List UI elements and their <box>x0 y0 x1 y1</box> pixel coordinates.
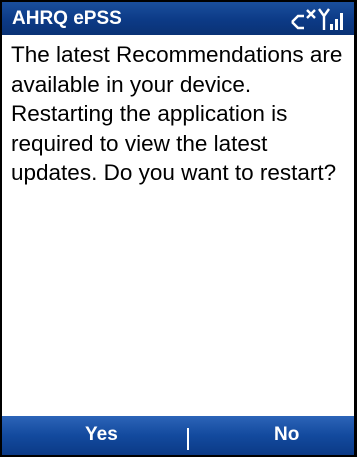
signal-strength-icon <box>318 8 343 30</box>
connectivity-off-icon <box>291 9 316 30</box>
softkey-separator <box>187 428 189 450</box>
title-bar: AHRQ ePSS <box>2 2 354 35</box>
app-title: AHRQ ePSS <box>12 8 122 29</box>
dialog-message: The latest Recommendations are available… <box>11 42 343 186</box>
device-screen: AHRQ ePSS The latest Recommendations are… <box>0 0 357 457</box>
status-icons <box>288 6 348 32</box>
no-softkey[interactable]: No <box>274 424 299 446</box>
softkey-bar: Yes No <box>2 416 354 455</box>
yes-softkey[interactable]: Yes <box>85 424 118 446</box>
